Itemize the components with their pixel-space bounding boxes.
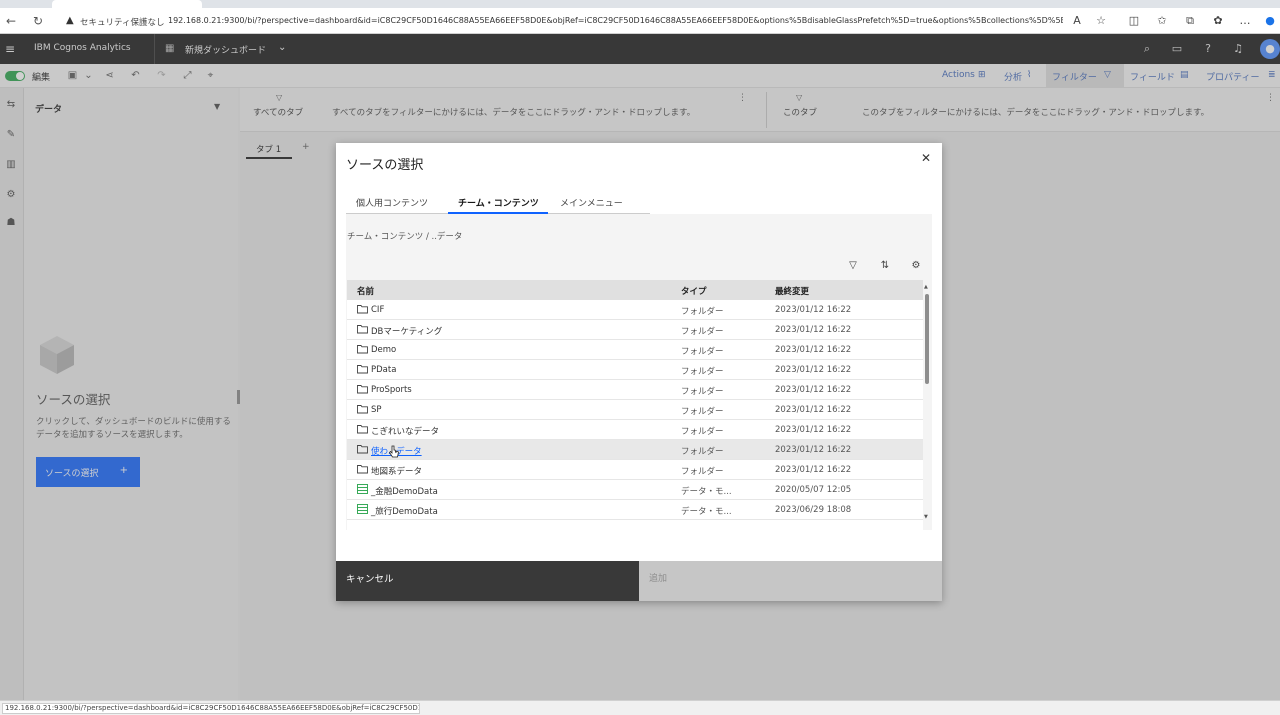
scrollbar[interactable]: ▲ ▼	[924, 284, 930, 524]
folder-icon	[357, 384, 368, 395]
row-name[interactable]: ProSports	[371, 385, 412, 395]
table-row[interactable]: ProSports フォルダー 2023/01/12 16:22	[347, 380, 923, 400]
column-modified[interactable]: 最終変更	[775, 285, 809, 297]
status-bar: 192.168.0.21:9300/bi/?perspective=dashbo…	[0, 700, 1280, 715]
table-row[interactable]: _金融DemoData データ・モ... 2020/05/07 12:05	[347, 480, 923, 500]
collections-icon[interactable]: ⧉	[1183, 14, 1197, 28]
table-row[interactable]: PData フォルダー 2023/01/12 16:22	[347, 360, 923, 380]
row-name[interactable]: CIF	[371, 305, 384, 315]
row-type: フォルダー	[681, 407, 724, 417]
scrollbar-thumb[interactable]	[925, 294, 929, 384]
row-type: フォルダー	[681, 367, 724, 377]
table-row[interactable]: Demo フォルダー 2023/01/12 16:22	[347, 340, 923, 360]
folder-icon	[357, 324, 368, 335]
dialog-footer: キャンセル 追加	[336, 561, 942, 601]
data-module-icon	[357, 504, 368, 515]
row-name[interactable]: _旅行DemoData	[371, 505, 438, 517]
column-type[interactable]: タイプ	[681, 285, 707, 297]
reload-icon[interactable]: ↻	[30, 13, 46, 29]
table-row[interactable]: CIF フォルダー 2023/01/12 16:22	[347, 300, 923, 320]
row-modified: 2023/01/12 16:22	[775, 325, 852, 335]
row-type: フォルダー	[681, 447, 724, 457]
column-name[interactable]: 名前	[357, 285, 374, 297]
row-modified: 2023/01/12 16:22	[775, 445, 852, 455]
table-row[interactable]: DBマーケティング フォルダー 2023/01/12 16:22	[347, 320, 923, 340]
tab-main-menu[interactable]: メインメニュー	[560, 196, 623, 209]
row-modified: 2023/01/12 16:22	[775, 425, 852, 435]
row-type: データ・モ...	[681, 487, 732, 497]
split-screen-icon[interactable]: ◫	[1127, 14, 1141, 28]
favorites-icon[interactable]: ✩	[1155, 14, 1169, 28]
cancel-button[interactable]: キャンセル	[336, 561, 639, 601]
table-body: CIF フォルダー 2023/01/12 16:22 DBマーケティング フォルダー 20…	[347, 300, 923, 530]
row-modified: 2023/01/12 16:22	[775, 345, 852, 355]
favorite-star-icon[interactable]: ☆	[1094, 14, 1108, 28]
settings-icon[interactable]: ⚙	[909, 259, 923, 273]
browser-tab-strip	[0, 0, 1280, 8]
folder-icon	[357, 344, 368, 355]
add-button[interactable]: 追加	[639, 561, 942, 601]
row-name[interactable]: SP	[371, 405, 382, 415]
row-modified: 2023/01/12 16:22	[775, 405, 852, 415]
browser-tab[interactable]	[52, 0, 202, 8]
row-modified: 2023/01/12 16:22	[775, 365, 852, 375]
select-source-dialog: ソースの選択 ✕ 個人用コンテンツ チーム・コンテンツ メインメニュー チーム・…	[336, 143, 942, 601]
back-icon[interactable]: ←	[3, 13, 19, 29]
scroll-up-icon[interactable]: ▲	[924, 284, 928, 290]
folder-icon	[357, 424, 368, 435]
copilot-icon[interactable]: ●	[1263, 14, 1277, 28]
row-type: フォルダー	[681, 387, 724, 397]
row-type: フォルダー	[681, 327, 724, 337]
scroll-down-icon[interactable]: ▼	[924, 514, 928, 520]
row-modified: 2023/06/29 18:08	[775, 505, 852, 515]
row-name[interactable]: DBマーケティング	[371, 325, 442, 337]
close-icon[interactable]: ✕	[921, 151, 931, 165]
filter-icon[interactable]: ▽	[846, 259, 860, 273]
row-name[interactable]: _金融DemoData	[371, 485, 438, 497]
row-type: フォルダー	[681, 347, 724, 357]
row-name[interactable]: Demo	[371, 345, 396, 355]
table-row[interactable]: こぎれいなデータ フォルダー 2023/01/12 16:22	[347, 420, 923, 440]
table-row[interactable]: SP フォルダー 2023/01/12 16:22	[347, 400, 923, 420]
row-type: フォルダー	[681, 307, 724, 317]
tab-personal-content[interactable]: 個人用コンテンツ	[356, 196, 428, 209]
warning-icon: ▲	[66, 15, 74, 26]
folder-icon	[357, 304, 368, 315]
table-row[interactable]: 地図系データ フォルダー 2023/01/12 16:22	[347, 460, 923, 480]
tab-team-content[interactable]: チーム・コンテンツ	[458, 196, 539, 209]
row-modified: 2023/01/12 16:22	[775, 465, 852, 475]
row-modified: 2023/01/12 16:22	[775, 385, 852, 395]
dialog-title: ソースの選択	[346, 158, 424, 173]
status-url: 192.168.0.21:9300/bi/?perspective=dashbo…	[2, 703, 420, 714]
read-aloud-icon[interactable]: A	[1070, 14, 1084, 28]
sort-icon[interactable]: ⇅	[878, 259, 892, 273]
folder-icon	[357, 404, 368, 415]
breadcrumb[interactable]: チーム・コンテンツ / ..データ	[347, 230, 462, 242]
row-type: フォルダー	[681, 427, 724, 437]
row-modified: 2023/01/12 16:22	[775, 305, 852, 315]
row-name[interactable]: 地図系データ	[371, 465, 422, 477]
table-row[interactable]: _旅行DemoData データ・モ... 2023/06/29 18:08	[347, 500, 923, 520]
row-type: フォルダー	[681, 467, 724, 477]
mouse-cursor	[388, 445, 399, 458]
security-label[interactable]: セキュリティ保護なし	[80, 16, 165, 28]
table-row[interactable]: 使わ...データフォルダー2023/01/12 16:22	[347, 440, 923, 460]
url-field[interactable]: 192.168.0.21:9300/bi/?perspective=dashbo…	[168, 16, 1063, 25]
folder-icon	[357, 464, 368, 475]
more-icon[interactable]: …	[1238, 14, 1252, 28]
extension-icon[interactable]: ✿	[1211, 14, 1225, 28]
folder-icon	[357, 444, 368, 455]
row-type: データ・モ...	[681, 507, 732, 517]
table-header: 名前 タイプ 最終変更	[347, 280, 923, 300]
folder-icon	[357, 364, 368, 375]
row-modified: 2020/05/07 12:05	[775, 485, 852, 495]
row-name[interactable]: こぎれいなデータ	[371, 425, 439, 437]
address-bar: ← ↻ ▲ セキュリティ保護なし 192.168.0.21:9300/bi/?p…	[0, 8, 1280, 34]
data-module-icon	[357, 484, 368, 495]
dialog-body: チーム・コンテンツ / ..データ ▽ ⇅ ⚙ 名前 タイプ 最終変更 CIF フ…	[346, 214, 932, 530]
dialog-tabs: 個人用コンテンツ チーム・コンテンツ メインメニュー	[346, 193, 650, 214]
row-name[interactable]: PData	[371, 365, 396, 375]
